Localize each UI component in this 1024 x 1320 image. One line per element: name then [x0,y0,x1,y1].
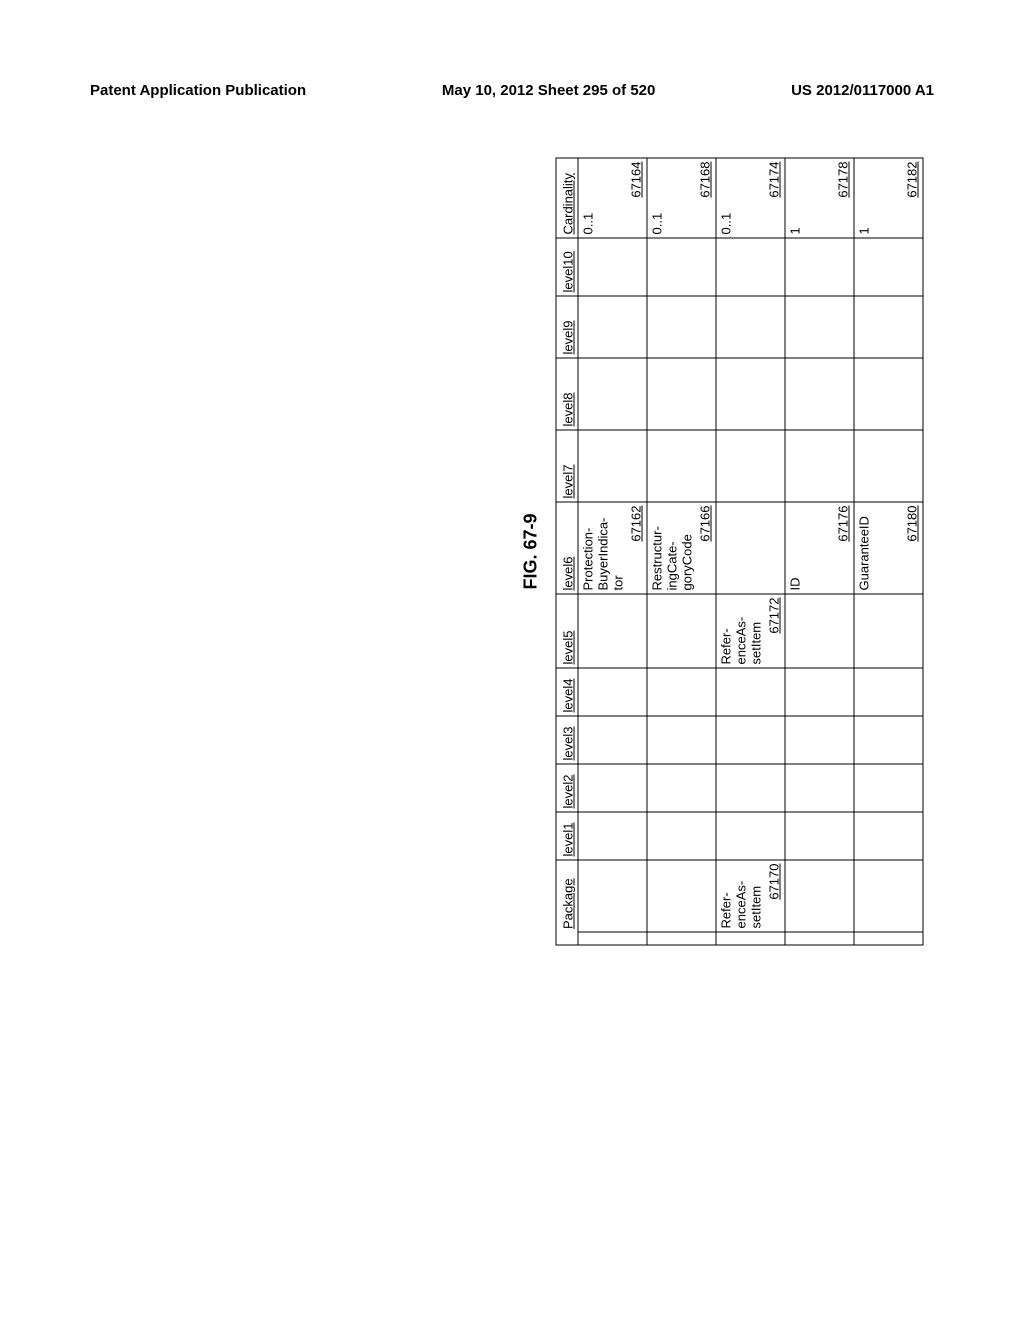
col-cardinality: Cardinality [556,158,578,238]
cell-card: 0..1 [582,162,597,235]
cell-level6: GuaranteeID [858,506,873,591]
cell-ref: 67176 [836,506,851,542]
col-level1: level1 [556,812,578,860]
table-row: GuaranteeID 67180 1 67182 [854,158,923,945]
cell-ref: 67172 [767,598,782,634]
table-body: Protection-BuyerIndica-tor67162 0..1 6716… [578,158,923,945]
col-stub2 [556,932,578,939]
col-level7: level7 [556,430,578,502]
table-row: Refer-enceAs-setItem67170 Refer-enceAs-s… [716,158,785,945]
cell-card: 1 [789,162,804,235]
col-level4: level4 [556,668,578,716]
col-level9: level9 [556,296,578,358]
cell-package: Refer-enceAs-setItem [720,864,765,929]
figure-label: FIG. 67-9 [521,52,542,1052]
cell-level6: Restructur-ingCate-goryCode [651,506,696,591]
cell-level6: ID [789,506,804,591]
cell-level6: Protection-BuyerIndica-tor [582,506,627,591]
cell-ref: 67174 [767,162,782,198]
col-level6: level6 [556,502,578,594]
cell-card: 0..1 [720,162,735,235]
cell-level5: Refer-enceAs-setItem [720,598,765,665]
table-header-row: Package level1 level2 level3 level4 leve… [556,158,578,945]
cell-ref: 67170 [767,864,782,900]
table-row: Protection-BuyerIndica-tor67162 0..1 6716… [578,158,647,945]
cell-ref: 67168 [698,162,713,198]
cell-ref: 67178 [836,162,851,198]
cell-ref: 67166 [698,506,713,542]
table-row: Restructur-ingCate-goryCode67166 0..1 671… [647,158,716,945]
col-level3: level3 [556,716,578,764]
cell-ref: 67180 [905,506,920,542]
col-package: Package [556,860,578,932]
cell-ref: 67182 [905,162,920,198]
schema-table: Package level1 level2 level3 level4 leve… [556,158,924,946]
col-level10: level10 [556,238,578,296]
col-level5: level5 [556,594,578,668]
cell-ref: 67164 [629,162,644,198]
table-row: ID 67176 1 67178 [785,158,854,945]
col-level8: level8 [556,358,578,430]
figure-container: FIG. 67-9 Package level1 level2 level3 l… [101,52,924,1052]
col-level2: level2 [556,764,578,812]
cell-card: 1 [858,162,873,235]
cell-ref: 67162 [629,506,644,542]
col-stub [556,939,578,946]
cell-card: 0..1 [651,162,666,235]
